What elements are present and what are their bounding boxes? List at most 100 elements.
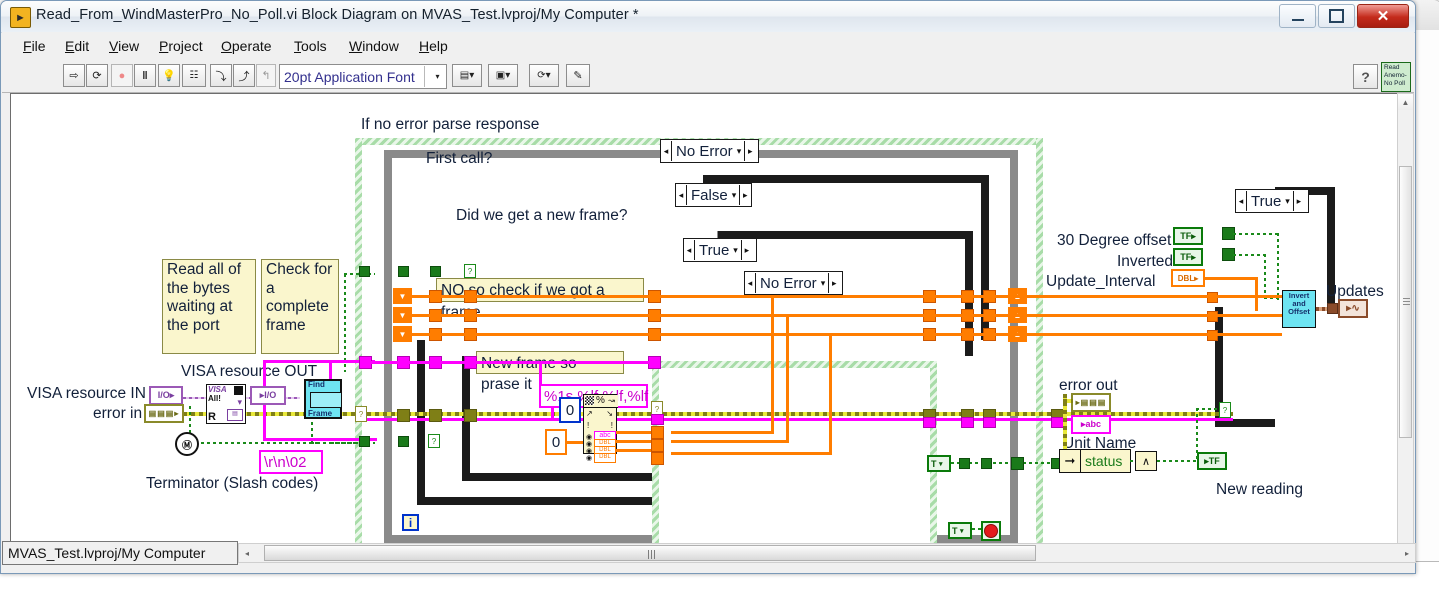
tunnel-scan-3[interactable] — [651, 452, 664, 465]
vertical-scroll-thumb[interactable] — [1399, 166, 1412, 438]
highlight-execution-button[interactable]: 💡 — [158, 64, 180, 87]
block-diagram-canvas[interactable]: ◂ No Error ▾ ▸ ◂ False ▾ ▸ ◂ True ▾ ▸ ◂ … — [10, 93, 1400, 563]
run-button[interactable]: ⇨ — [63, 64, 85, 87]
shift-register-left-1[interactable]: ▼ — [393, 288, 412, 304]
menu-item-window[interactable]: Window — [342, 37, 406, 55]
shift-register-left-3[interactable]: ▼ — [393, 326, 412, 342]
vertical-scrollbar[interactable]: ▲ ▼ — [1397, 93, 1414, 561]
tunnel-error-c[interactable] — [464, 409, 477, 422]
reorder-button[interactable]: ⟳▾ — [529, 64, 559, 87]
next-case-arrow[interactable]: ▸ — [742, 240, 752, 260]
scroll-left-button[interactable]: ◂ — [239, 544, 255, 562]
terminal-30-degree-offset[interactable]: TF▸ — [1173, 227, 1203, 245]
vi-icon-pane[interactable]: Read Anemo- No Poll — [1381, 62, 1411, 92]
constant-default-double[interactable]: 0 — [545, 429, 567, 455]
tunnel-error-b[interactable] — [429, 409, 442, 422]
case-selector-terminal-right[interactable]: ? — [1219, 402, 1231, 418]
scroll-right-button[interactable]: ▸ — [1399, 544, 1415, 562]
terminal-unit-name[interactable]: ▸abc — [1071, 415, 1111, 434]
prev-case-arrow[interactable]: ◂ — [1236, 191, 1246, 211]
boolean-true-constant-1[interactable]: T ▾ — [927, 455, 951, 472]
next-case-arrow[interactable]: ▸ — [740, 185, 750, 205]
pause-button[interactable]: ‖ — [134, 64, 156, 87]
horizontal-scroll-thumb[interactable] — [264, 545, 1036, 561]
terminal-update-interval[interactable]: DBL▸ — [1171, 269, 1205, 287]
cleanup-diagram-button[interactable]: ✎ — [566, 64, 590, 87]
next-case-arrow[interactable]: ▸ — [745, 141, 755, 161]
stop-button-terminal[interactable] — [981, 521, 1001, 541]
terminal-new-reading[interactable]: ▸TF — [1197, 452, 1227, 470]
prev-case-arrow[interactable]: ◂ — [676, 185, 686, 205]
chevron-down-icon[interactable]: ▾ — [732, 190, 740, 201]
subvi-invert-and-offset[interactable]: Invert and Offset — [1282, 290, 1316, 328]
tunnel-true-b[interactable] — [981, 458, 992, 469]
constant-terminator-string[interactable]: \r\n\02 — [259, 450, 323, 474]
context-help-button[interactable]: ? — [1353, 64, 1378, 89]
horizontal-scrollbar[interactable]: ◂ ▸ — [238, 543, 1416, 563]
close-button[interactable]: ✕ — [1357, 4, 1409, 28]
step-over-button[interactable]: ⤴ — [233, 64, 255, 87]
constant-scan-offset[interactable]: 0 — [559, 397, 581, 423]
tunnel-green-top[interactable] — [359, 266, 370, 277]
menu-item-project[interactable]: Project — [152, 37, 210, 55]
maximize-button[interactable] — [1318, 4, 1355, 28]
tunnel-bool-c[interactable] — [398, 436, 409, 447]
chevron-down-icon[interactable]: ▾ — [1285, 196, 1293, 207]
run-continuously-button[interactable]: ⟳ — [86, 64, 108, 87]
terminal-visa-resource-out[interactable]: ▸I/O — [250, 386, 286, 405]
tunnel-error-a[interactable] — [397, 409, 410, 422]
tunnel-waveform[interactable] — [1327, 303, 1338, 314]
abort-button[interactable]: ● — [111, 64, 133, 87]
tunnel-green-bottom[interactable] — [359, 436, 370, 447]
tunnel-magenta-e[interactable] — [961, 417, 974, 428]
visa-property-node-icon[interactable]: Ⓜ — [175, 432, 199, 456]
boolean-true-constant-2[interactable]: T ▾ — [948, 522, 972, 539]
chevron-down-icon[interactable]: ▾ — [737, 146, 745, 157]
minimize-button[interactable] — [1279, 4, 1316, 28]
tunnel-true-c[interactable] — [1011, 457, 1024, 470]
font-selector[interactable]: 20pt Application Font ▾ — [279, 64, 447, 89]
case-structure-parse-no-error[interactable] — [652, 361, 937, 562]
case-selector-new-frame[interactable]: ◂ True ▾ ▸ — [683, 238, 757, 262]
distribute-objects-button[interactable]: ▣▾ — [488, 64, 518, 87]
visa-read-function[interactable]: VISA All! ▾ R ▤ — [206, 384, 246, 424]
tunnel-bool-a[interactable] — [398, 266, 409, 277]
tunnel-bool-b[interactable] — [430, 266, 441, 277]
terminal-visa-resource-in[interactable]: I/O▸ — [149, 386, 183, 405]
case-selector-terminal-1[interactable]: ? — [464, 264, 476, 278]
case-selector-terminal-2[interactable]: ? — [428, 434, 440, 448]
not-gate-node[interactable]: ∧ — [1135, 451, 1157, 471]
tunnel-magenta-d[interactable] — [923, 417, 936, 428]
step-into-button[interactable]: ⤵ — [210, 64, 232, 87]
next-case-arrow[interactable]: ▸ — [829, 273, 839, 293]
prev-case-arrow[interactable]: ◂ — [661, 141, 671, 161]
tunnel-scan-2[interactable] — [651, 439, 664, 452]
unbundle-by-name-node[interactable]: ➞ status — [1059, 449, 1131, 473]
menu-item-operate[interactable]: Operate — [214, 37, 279, 55]
case-selector-terminal-outer[interactable]: ? — [355, 406, 367, 422]
scan-from-string-function[interactable]: % ↝ ↗ ↘ ! ! abc DBL DBL DBL ◉ ◉ ◉ ◉ — [583, 394, 618, 463]
prev-case-arrow[interactable]: ◂ — [684, 240, 694, 260]
menu-item-tools[interactable]: Tools — [287, 37, 334, 55]
next-case-arrow[interactable]: ▸ — [1294, 191, 1304, 211]
tunnel-scan-1[interactable] — [651, 426, 664, 439]
terminal-inverted[interactable]: TF▸ — [1173, 248, 1203, 266]
menu-item-view[interactable]: View — [102, 37, 146, 55]
case-selector-right-true[interactable]: ◂ True ▾ ▸ — [1235, 189, 1309, 213]
case-selector-first-call[interactable]: ◂ False ▾ ▸ — [675, 183, 752, 207]
align-objects-button[interactable]: ▤▾ — [452, 64, 482, 87]
chevron-down-icon[interactable]: ▾ — [733, 245, 741, 256]
shift-register-left-2[interactable]: ▼ — [393, 307, 412, 323]
prev-case-arrow[interactable]: ◂ — [745, 273, 755, 293]
scroll-up-button[interactable]: ▲ — [1398, 94, 1413, 110]
chevron-down-icon[interactable]: ▾ — [424, 66, 446, 87]
subvi-find-frame[interactable]: Find Frame — [304, 379, 342, 419]
case-selector-parse-error[interactable]: ◂ No Error ▾ ▸ — [744, 271, 843, 295]
iteration-terminal[interactable]: i — [402, 514, 419, 531]
menu-item-help[interactable]: Help — [412, 37, 455, 55]
tunnel-string-parse[interactable] — [651, 414, 664, 425]
tunnel-true-a[interactable] — [959, 458, 970, 469]
menu-item-edit[interactable]: Edit — [58, 37, 96, 55]
chevron-down-icon[interactable]: ▾ — [821, 278, 829, 289]
terminal-updates[interactable]: ▸∿ — [1338, 299, 1368, 318]
